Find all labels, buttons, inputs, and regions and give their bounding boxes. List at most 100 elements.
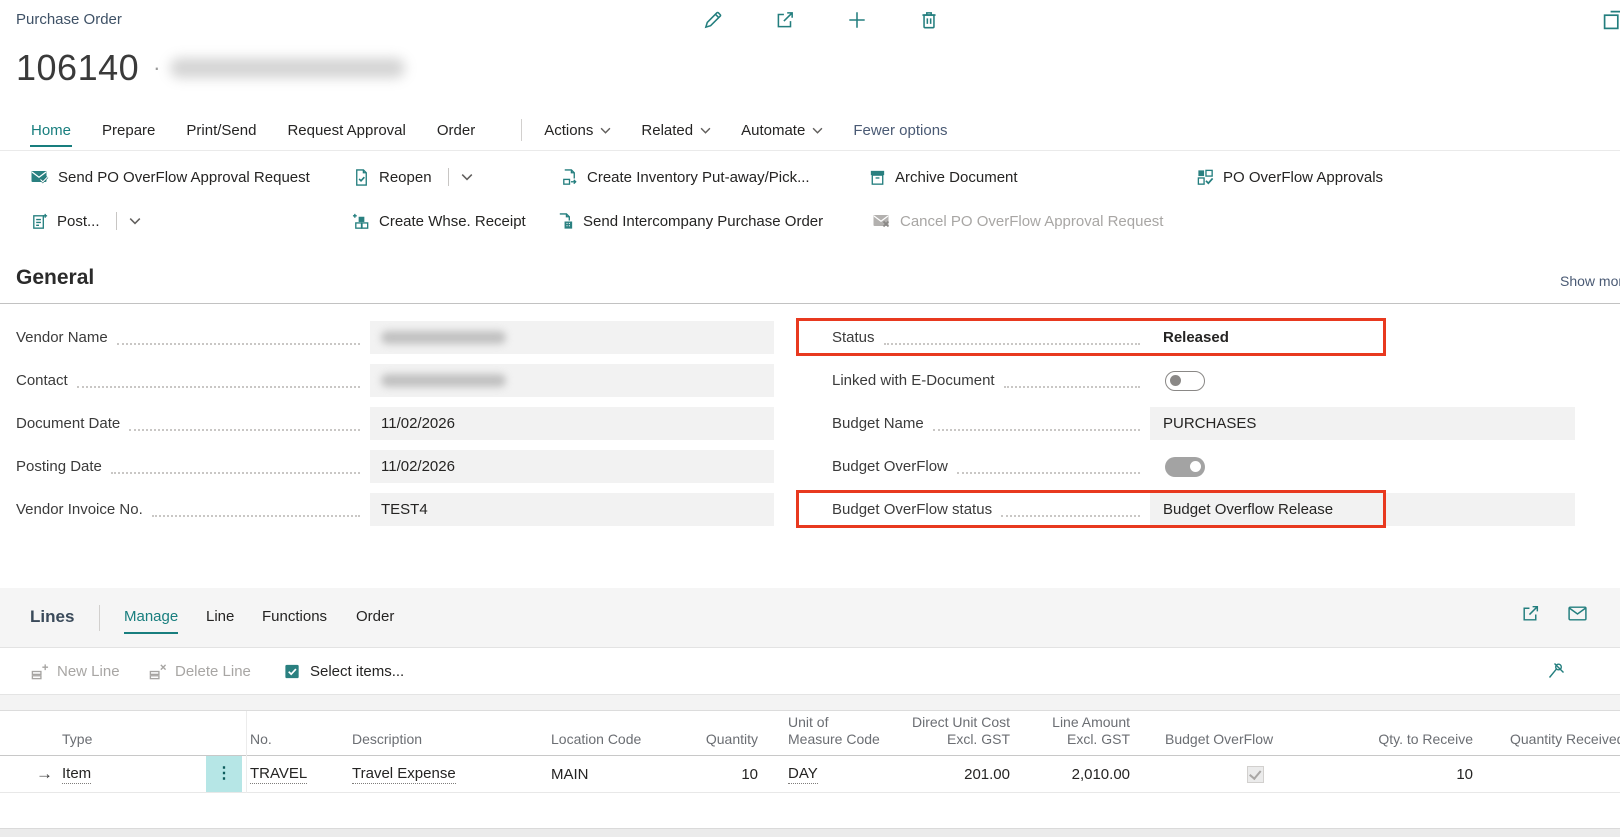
menu-actions[interactable]: Actions bbox=[544, 122, 611, 139]
col-budget-overflow[interactable]: Budget OverFlow bbox=[1165, 731, 1305, 748]
split-divider bbox=[116, 212, 117, 230]
delete-button[interactable] bbox=[914, 5, 944, 35]
linked-e-document-cell bbox=[1150, 364, 1575, 397]
lines-tab-manage[interactable]: Manage bbox=[124, 608, 178, 625]
ribbon-tab-bar: Home Prepare Print/Send Request Approval… bbox=[0, 110, 1620, 151]
field-vendor-name: Vendor Name bbox=[16, 316, 774, 359]
new-line-button[interactable]: New Line bbox=[30, 656, 120, 686]
archive-document-button[interactable]: Archive Document bbox=[868, 162, 1018, 192]
pin-button[interactable] bbox=[1546, 656, 1566, 686]
no-value[interactable]: TRAVEL bbox=[250, 765, 307, 784]
budget-overflow-checkbox[interactable] bbox=[1247, 766, 1264, 783]
col-quantity-received[interactable]: Quantity Received bbox=[1510, 731, 1620, 748]
tab-home[interactable]: Home bbox=[30, 118, 72, 143]
cell-unit-of-measure[interactable]: DAY bbox=[788, 756, 903, 792]
tab-print-send[interactable]: Print/Send bbox=[185, 118, 257, 143]
cell-type[interactable]: Item bbox=[62, 756, 202, 792]
lines-tab-order[interactable]: Order bbox=[356, 608, 394, 625]
vendor-invoice-no-value[interactable]: TEST4 bbox=[370, 493, 774, 526]
toolbar-label: Delete Line bbox=[175, 663, 251, 680]
description-value[interactable]: Travel Expense bbox=[352, 765, 456, 784]
popout-button[interactable] bbox=[1598, 5, 1620, 35]
tab-prepare[interactable]: Prepare bbox=[101, 118, 156, 143]
cell-direct-unit-cost[interactable]: 201.00 bbox=[905, 756, 1010, 792]
uom-value[interactable]: DAY bbox=[788, 765, 818, 784]
lines-tab-bar: Lines Manage Line Functions Order bbox=[0, 588, 1620, 648]
status-value[interactable]: Released bbox=[1150, 321, 1575, 354]
reopen-button[interactable]: Reopen bbox=[352, 162, 473, 192]
po-overflow-approvals-button[interactable]: PO OverFlow Approvals bbox=[1196, 162, 1383, 192]
share-button[interactable] bbox=[770, 5, 800, 35]
budget-name-value[interactable]: PURCHASES bbox=[1150, 407, 1575, 440]
col-line2: Measure Code bbox=[788, 731, 903, 748]
cell-description[interactable]: Travel Expense bbox=[352, 756, 547, 792]
field-vendor-invoice-no: Vendor Invoice No. TEST4 bbox=[16, 488, 774, 531]
col-no[interactable]: No. bbox=[250, 731, 345, 748]
create-whse-receipt-button[interactable]: Create Whse. Receipt bbox=[352, 206, 526, 236]
warehouse-receipt-icon bbox=[352, 212, 371, 231]
budget-overflow-toggle[interactable] bbox=[1165, 457, 1205, 477]
type-value[interactable]: Item bbox=[62, 765, 91, 784]
chevron-down-icon[interactable] bbox=[461, 173, 473, 181]
col-unit-of-measure[interactable]: Unit of Measure Code bbox=[788, 714, 903, 748]
send-po-overflow-approval-request-button[interactable]: Send PO OverFlow Approval Request bbox=[30, 162, 310, 192]
delete-line-button[interactable]: Delete Line bbox=[148, 656, 251, 686]
linked-e-document-toggle[interactable] bbox=[1165, 371, 1205, 391]
action-label: PO OverFlow Approvals bbox=[1223, 169, 1383, 186]
col-direct-unit-cost[interactable]: Direct Unit Cost Excl. GST bbox=[905, 714, 1010, 748]
col-description[interactable]: Description bbox=[352, 731, 547, 748]
chevron-down-icon[interactable] bbox=[129, 217, 141, 225]
dotted-leader bbox=[884, 331, 1140, 345]
lines-toolbar: New Line Delete Line Select items... bbox=[0, 648, 1620, 694]
dotted-leader bbox=[1001, 503, 1140, 517]
mail-icon[interactable] bbox=[1567, 603, 1588, 624]
field-text: 11/02/2026 bbox=[381, 415, 455, 432]
cell-qty-to-receive[interactable]: 10 bbox=[1345, 756, 1473, 792]
col-type[interactable]: Type bbox=[62, 731, 202, 748]
posting-date-value[interactable]: 11/02/2026 bbox=[370, 450, 774, 483]
general-section-title[interactable]: General bbox=[16, 266, 94, 290]
menu-automate[interactable]: Automate bbox=[741, 122, 823, 139]
fewer-options-button[interactable]: Fewer options bbox=[853, 122, 947, 139]
cell-line-amount[interactable]: 2,010.00 bbox=[1030, 756, 1130, 792]
col-line1: Line Amount bbox=[1030, 714, 1130, 731]
cell-no[interactable]: TRAVEL bbox=[250, 756, 345, 792]
budget-overflow-status-value[interactable]: Budget Overflow Release bbox=[1150, 493, 1575, 526]
lines-tab-line[interactable]: Line bbox=[206, 608, 234, 625]
field-status: Status Released bbox=[798, 316, 1575, 359]
field-text: PURCHASES bbox=[1163, 415, 1256, 432]
menu-related[interactable]: Related bbox=[641, 122, 711, 139]
create-inventory-putaway-pick-button[interactable]: Create Inventory Put-away/Pick... bbox=[560, 162, 810, 192]
dotted-leader bbox=[129, 417, 360, 431]
bottom-strip bbox=[0, 828, 1620, 837]
field-budget-name: Budget Name PURCHASES bbox=[798, 402, 1575, 445]
select-items-button[interactable]: Select items... bbox=[283, 656, 404, 686]
edit-button[interactable] bbox=[698, 5, 728, 35]
share-icon[interactable] bbox=[1520, 603, 1541, 624]
trash-icon bbox=[918, 9, 940, 31]
tab-request-approval[interactable]: Request Approval bbox=[286, 118, 406, 143]
col-qty-to-receive[interactable]: Qty. to Receive bbox=[1345, 731, 1473, 748]
new-button[interactable] bbox=[842, 5, 872, 35]
redacted-value bbox=[381, 374, 506, 387]
col-line-amount[interactable]: Line Amount Excl. GST bbox=[1030, 714, 1130, 748]
cancel-po-overflow-approval-request-button[interactable]: Cancel PO OverFlow Approval Request bbox=[872, 206, 1163, 236]
contact-value[interactable] bbox=[370, 364, 774, 397]
vendor-name-value[interactable] bbox=[370, 321, 774, 354]
post-button[interactable]: Post... bbox=[30, 206, 141, 236]
row-menu-button[interactable]: ⋮ bbox=[206, 756, 242, 792]
dotted-leader bbox=[111, 460, 360, 474]
direct-unit-cost-value: 201.00 bbox=[964, 766, 1010, 783]
lines-tab-functions[interactable]: Functions bbox=[262, 608, 327, 625]
redacted-value bbox=[381, 331, 506, 344]
cell-quantity[interactable]: 10 bbox=[660, 756, 758, 792]
status-text: Released bbox=[1163, 329, 1229, 346]
qty-to-receive-value: 10 bbox=[1456, 766, 1473, 783]
col-quantity[interactable]: Quantity bbox=[660, 731, 758, 748]
tab-divider bbox=[521, 119, 522, 141]
tab-order[interactable]: Order bbox=[436, 118, 476, 143]
document-date-value[interactable]: 11/02/2026 bbox=[370, 407, 774, 440]
document-putaway-icon bbox=[560, 168, 579, 187]
show-more-link[interactable]: Show more bbox=[1560, 273, 1620, 289]
send-intercompany-purchase-order-button[interactable]: Send Intercompany Purchase Order bbox=[556, 206, 823, 236]
